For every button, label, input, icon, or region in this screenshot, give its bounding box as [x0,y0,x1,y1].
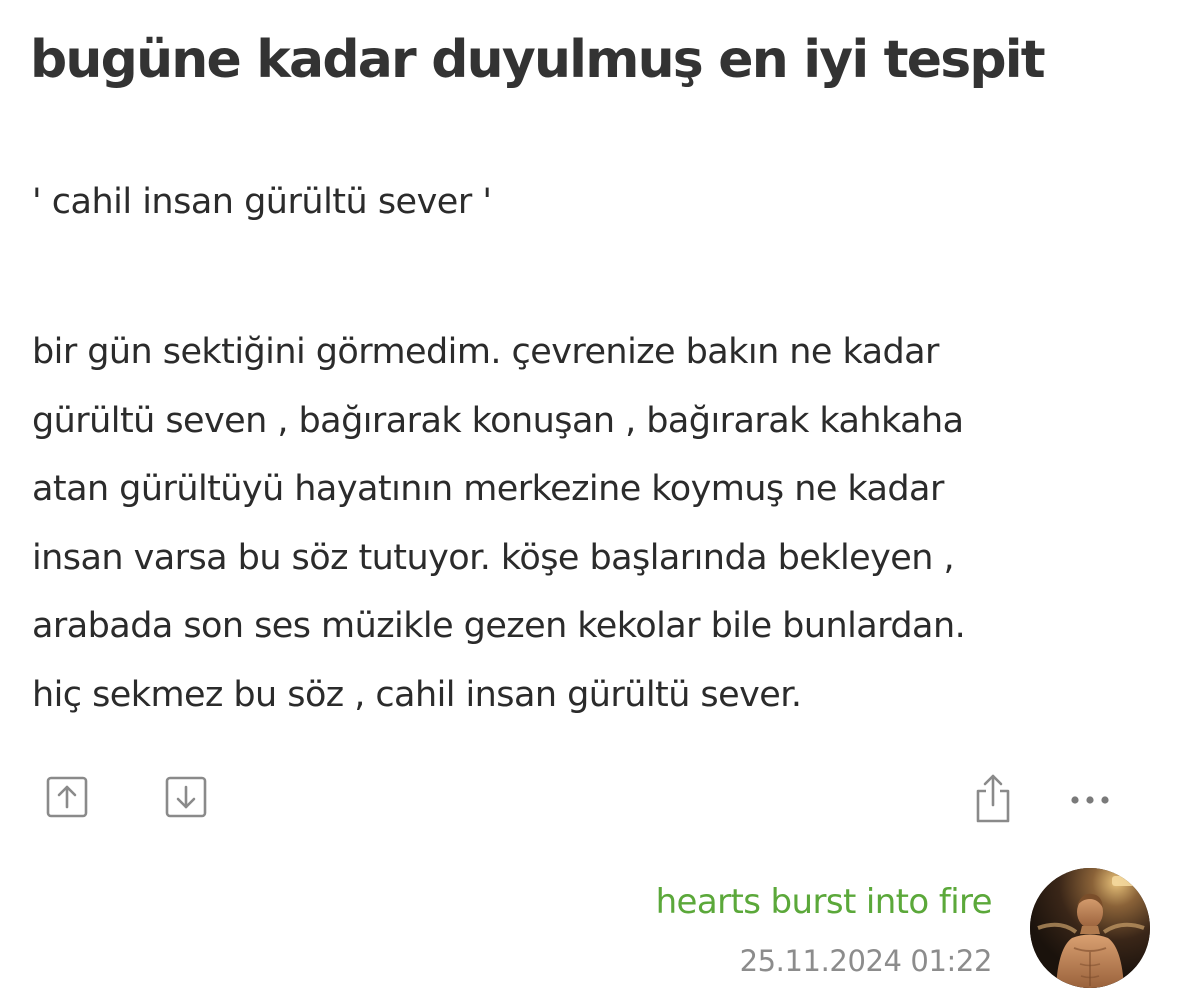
entry-body: bir gün sektiğini görmedim. çevrenize ba… [32,318,966,729]
share-icon [976,774,1010,823]
more-horizontal-icon [1071,796,1109,804]
entry-body-line: atan gürültüyü hayatının merkezine koymu… [32,469,944,509]
upvote-button[interactable] [44,774,90,820]
entry-body-line: hiç sekmez bu söz , cahil insan gürültü … [32,674,802,715]
entry-quote: ' cahil insan gürültü sever ' [32,182,492,222]
author-name-link[interactable]: hearts burst into fire [656,876,993,928]
entry-body-line: arabada son ses müzikle gezen kekolar bi… [32,606,966,646]
entry-timestamp[interactable]: 25.11.2024 01:22 [740,938,993,984]
author-avatar[interactable] [1030,868,1150,988]
arrow-down-square-icon [165,776,207,818]
downvote-button[interactable] [163,774,209,820]
entry-body-line: insan varsa bu söz tutuyor. köşe başları… [32,537,955,578]
entry-body-line: gürültü seven , bağırarak konuşan , bağı… [32,400,964,441]
arrow-up-square-icon [46,776,88,818]
entry-title[interactable]: bugüne kadar duyulmuş en iyi tespit [30,22,1160,98]
entry-body-line: bir gün sektiğini görmedim. çevrenize ba… [32,332,939,372]
more-options-button[interactable] [1063,780,1117,820]
share-button[interactable] [968,770,1018,826]
avatar-photo-icon [1030,868,1150,988]
